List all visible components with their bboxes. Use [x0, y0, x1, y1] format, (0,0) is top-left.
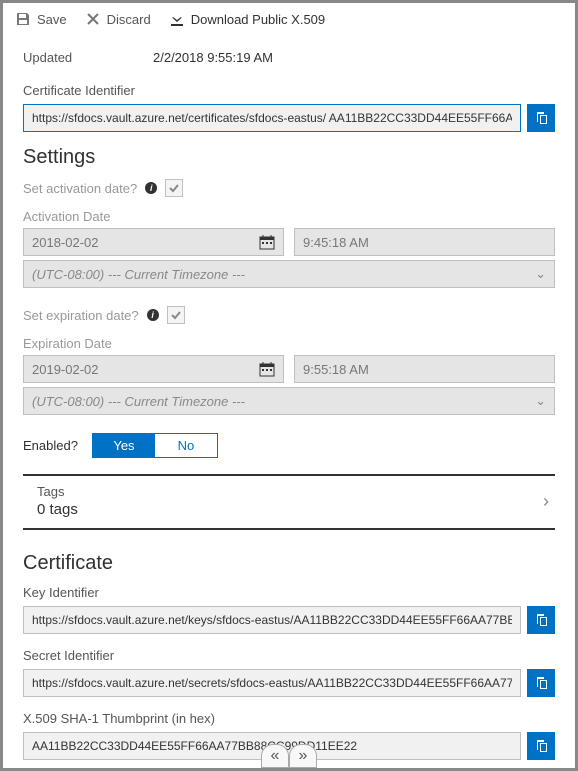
secret-id-label: Secret Identifier [23, 648, 555, 663]
copy-thumbprint-button[interactable] [527, 732, 555, 760]
activation-date-label: Activation Date [23, 209, 555, 224]
save-button[interactable]: Save [11, 7, 77, 31]
activation-date-row: 2018-02-02 9:45:18 AM [23, 228, 555, 256]
activation-date-value: 2018-02-02 [32, 235, 99, 250]
info-icon[interactable]: i [147, 309, 159, 321]
cert-id-label: Certificate Identifier [23, 83, 555, 98]
copy-icon [534, 613, 548, 627]
enabled-label: Enabled? [23, 438, 78, 453]
copy-icon [534, 739, 548, 753]
tags-label: Tags [37, 484, 78, 499]
enabled-no[interactable]: No [155, 434, 217, 457]
set-expiration-label: Set expiration date? [23, 308, 139, 323]
copy-secret-id-button[interactable] [527, 669, 555, 697]
chevron-down-icon: ⌄ [535, 266, 546, 282]
copy-icon [534, 676, 548, 690]
enabled-toggle: Yes No [92, 433, 218, 458]
updated-label: Updated [23, 50, 153, 65]
updated-value: 2/2/2018 9:55:19 AM [153, 50, 273, 65]
page-next-button[interactable]: » [289, 744, 317, 768]
set-activation-checkbox[interactable] [165, 179, 183, 197]
info-icon[interactable]: i [145, 182, 157, 194]
expiration-tz-select[interactable]: (UTC-08:00) --- Current Timezone --- ⌄ [23, 387, 555, 415]
close-icon [85, 11, 101, 27]
certificate-heading: Certificate [23, 552, 555, 575]
calendar-icon [259, 234, 275, 250]
copy-key-id-button[interactable] [527, 606, 555, 634]
set-expiration-checkbox[interactable] [167, 306, 185, 324]
chevron-down-icon: ⌄ [535, 393, 546, 409]
discard-label: Discard [107, 12, 151, 27]
thumbprint-label: X.509 SHA-1 Thumbprint (in hex) [23, 711, 555, 726]
page-prev-button[interactable]: « [261, 744, 289, 768]
tags-block[interactable]: Tags 0 tags › [23, 474, 555, 530]
copy-icon [534, 111, 548, 125]
expiration-time-value: 9:55:18 AM [303, 362, 369, 377]
activation-tz-select[interactable]: (UTC-08:00) --- Current Timezone --- ⌄ [23, 260, 555, 288]
key-id-row [23, 606, 555, 634]
updated-row: Updated 2/2/2018 9:55:19 AM [23, 50, 555, 65]
toolbar: Save Discard Download Public X.509 [3, 3, 575, 38]
cert-id-input[interactable] [23, 104, 521, 132]
expiration-date-value: 2019-02-02 [32, 362, 99, 377]
download-label: Download Public X.509 [191, 12, 325, 27]
expiration-date-input[interactable]: 2019-02-02 [23, 355, 284, 383]
set-expiration-row: Set expiration date? i [23, 306, 555, 324]
copy-cert-id-button[interactable] [527, 104, 555, 132]
save-icon [15, 11, 31, 27]
set-activation-row: Set activation date? i [23, 179, 555, 197]
cert-id-row [23, 104, 555, 132]
activation-time-value: 9:45:18 AM [303, 235, 369, 250]
expiration-tz-value: (UTC-08:00) --- Current Timezone --- [32, 394, 245, 409]
tags-count: 0 tags [37, 501, 78, 518]
enabled-yes[interactable]: Yes [93, 434, 155, 457]
secret-id-row [23, 669, 555, 697]
chevron-right-icon: › [543, 491, 549, 512]
expiration-date-row: 2019-02-02 9:55:18 AM [23, 355, 555, 383]
activation-tz-value: (UTC-08:00) --- Current Timezone --- [32, 267, 245, 282]
key-id-label: Key Identifier [23, 585, 555, 600]
pager: « » [261, 744, 317, 768]
activation-time-input[interactable]: 9:45:18 AM [294, 228, 555, 256]
key-id-input[interactable] [23, 606, 521, 634]
expiration-date-label: Expiration Date [23, 336, 555, 351]
settings-heading: Settings [23, 146, 555, 169]
secret-id-input[interactable] [23, 669, 521, 697]
activation-date-input[interactable]: 2018-02-02 [23, 228, 284, 256]
discard-button[interactable]: Discard [81, 7, 161, 31]
save-label: Save [37, 12, 67, 27]
expiration-time-input[interactable]: 9:55:18 AM [294, 355, 555, 383]
download-icon [169, 11, 185, 27]
calendar-icon [259, 361, 275, 377]
main-content: Updated 2/2/2018 9:55:19 AM Certificate … [3, 38, 575, 760]
enabled-row: Enabled? Yes No [23, 433, 555, 458]
download-button[interactable]: Download Public X.509 [165, 7, 335, 31]
set-activation-label: Set activation date? [23, 181, 137, 196]
